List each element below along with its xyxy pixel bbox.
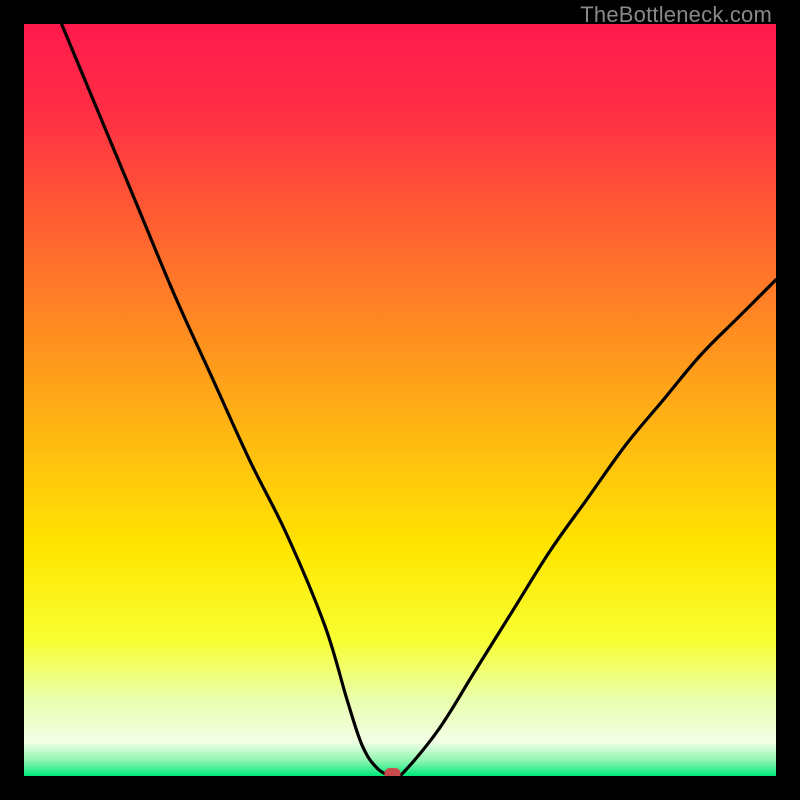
bottleneck-chart <box>24 24 776 776</box>
optimal-point-marker <box>384 768 400 776</box>
chart-frame <box>24 24 776 776</box>
